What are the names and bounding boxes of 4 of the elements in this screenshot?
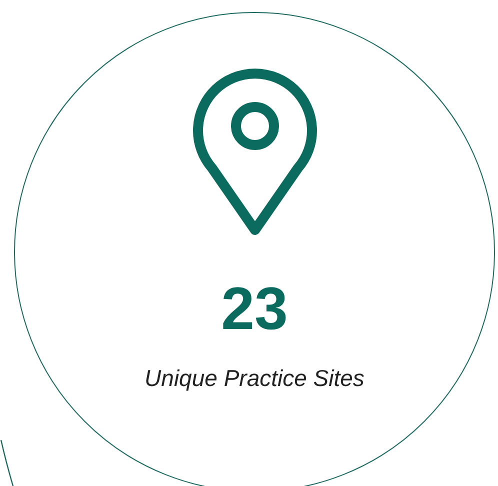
stat-value: 23 <box>221 279 288 339</box>
partial-circle-outline <box>0 440 14 486</box>
stat-label: Unique Practice Sites <box>144 364 364 393</box>
map-pin-icon <box>192 67 318 237</box>
